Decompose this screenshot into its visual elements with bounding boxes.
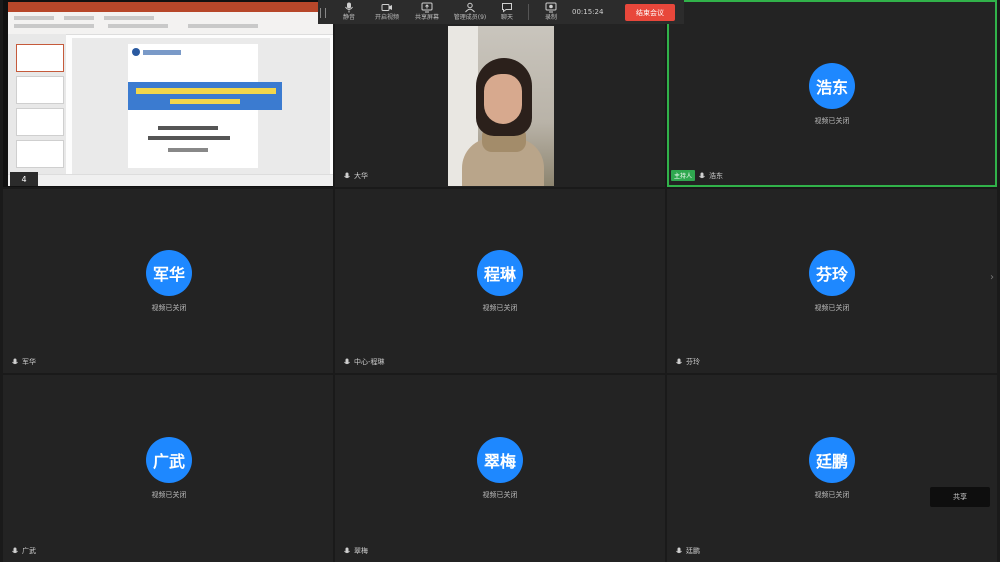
video-off-status: 视频已关闭 — [151, 491, 187, 499]
participant-name: 浩东 — [709, 171, 724, 180]
meeting-timer: 00:15:24 — [572, 8, 604, 16]
video-off-status: 视频已关闭 — [814, 491, 850, 499]
participant-avatar: 翠梅 — [477, 437, 523, 483]
video-off-status: 视频已关闭 — [151, 304, 187, 312]
participant-tile[interactable]: 芬玲 视频已关闭 芬玲 — [667, 189, 997, 373]
participant-tile[interactable]: 廷鹏 视频已关闭 廷鹏 — [667, 375, 997, 562]
start-video-button[interactable]: 开启视频 — [370, 2, 404, 24]
mic-icon — [11, 358, 19, 366]
members-icon — [464, 2, 476, 13]
slide-thumb[interactable] — [16, 44, 64, 72]
record-icon — [545, 2, 557, 13]
app-statusbar — [8, 174, 333, 186]
share-screen-icon — [421, 2, 433, 13]
mic-icon — [343, 2, 355, 13]
participant-tile[interactable]: 浩东 视频已关闭 主持人 浩东 — [667, 0, 997, 187]
participant-avatar: 军华 — [146, 250, 192, 296]
slide-thumb[interactable] — [16, 76, 64, 104]
participant-name: 中心-程琳 — [354, 358, 385, 366]
participant-name-tag: 广武 — [11, 546, 36, 556]
mic-icon — [343, 358, 351, 366]
video-off-status: 视频已关闭 — [482, 491, 518, 499]
participant-name-tag: 大华 — [343, 171, 368, 181]
mic-icon — [343, 172, 351, 180]
chevron-right-icon[interactable]: › — [990, 272, 1000, 288]
participant-avatar: 浩东 — [809, 63, 855, 109]
manage-members-label: 管理成员(9) — [453, 14, 487, 21]
meeting-gallery: 4 大华 浩东 视频已关闭 主持人 浩东 军华 视频已关闭 军华 程琳 视频已关… — [0, 0, 1000, 562]
drag-handle-icon[interactable] — [320, 8, 326, 18]
page-indicator: 4 — [10, 172, 38, 186]
slide-title-banner — [128, 82, 282, 110]
mic-icon — [343, 547, 351, 555]
mic-icon — [11, 547, 19, 555]
slide-thumb[interactable] — [16, 140, 64, 168]
end-meeting-button[interactable]: 结束会议 — [625, 4, 675, 21]
camera-icon — [381, 2, 393, 13]
participant-name: 芬玲 — [686, 358, 700, 366]
host-badge: 主持人 — [671, 170, 696, 181]
video-off-status: 视频已关闭 — [482, 304, 518, 312]
video-off-status: 视频已关闭 — [814, 117, 850, 125]
start-video-label: 开启视频 — [374, 14, 399, 21]
share-screen-button[interactable]: 共享屏幕 — [410, 2, 444, 24]
participant-name: 广武 — [22, 547, 36, 555]
app-ribbon — [8, 12, 333, 35]
participant-name: 大华 — [354, 172, 368, 180]
app-titlebar — [8, 2, 333, 12]
chat-button[interactable]: 聊天 — [490, 2, 524, 24]
participant-tile[interactable]: 军华 视频已关闭 军华 — [3, 189, 333, 373]
logo-text — [143, 50, 181, 55]
participant-name-tag: 翠梅 — [343, 546, 368, 556]
participant-avatar: 芬玲 — [809, 250, 855, 296]
participant-avatar: 程琳 — [477, 250, 523, 296]
participant-name-tag: 军华 — [11, 357, 36, 367]
record-button[interactable]: 录制 — [534, 2, 568, 24]
share-screen-label: 共享屏幕 — [414, 14, 439, 21]
participant-avatar: 广武 — [146, 437, 192, 483]
university-logo-icon — [132, 48, 140, 56]
mute-label: 静音 — [342, 14, 355, 21]
shared-presentation: 4 — [8, 2, 333, 186]
mute-button[interactable]: 静音 — [332, 2, 366, 24]
participant-avatar: 廷鹏 — [809, 437, 855, 483]
participant-tile[interactable]: 程琳 视频已关闭 中心-程琳 — [335, 189, 665, 373]
participant-name: 翠梅 — [354, 547, 368, 555]
participant-name-tag: 主持人 浩东 — [671, 170, 723, 181]
toolbar-divider — [528, 4, 529, 20]
participant-tile[interactable]: 广武 视频已关闭 广武 — [3, 375, 333, 562]
participant-video — [448, 26, 554, 186]
slide-thumb[interactable] — [16, 108, 64, 136]
meeting-toolbar: 静音 开启视频 共享屏幕 管理成员(9) 聊天 录制 00:15:24 结束会议 — [318, 0, 684, 24]
chat-icon — [501, 2, 513, 13]
participant-name-tag: 芬玲 — [675, 357, 700, 367]
chat-label: 聊天 — [500, 14, 513, 21]
record-label: 录制 — [544, 14, 557, 21]
screen-share-tile[interactable]: 4 — [3, 0, 333, 187]
slide-thumbnails — [8, 34, 66, 174]
participant-name-tag: 廷鹏 — [675, 546, 700, 556]
participant-name: 军华 — [22, 358, 36, 366]
participant-name: 廷鹏 — [686, 547, 700, 555]
mic-icon — [675, 358, 683, 366]
participant-tile-video[interactable]: 大华 — [335, 0, 665, 187]
mic-icon — [698, 172, 706, 180]
participant-tile[interactable]: 翠梅 视频已关闭 翠梅 — [335, 375, 665, 562]
participant-name-tag: 中心-程琳 — [343, 357, 385, 367]
floating-widget[interactable]: 共享 — [930, 487, 990, 507]
mic-icon — [675, 547, 683, 555]
video-off-status: 视频已关闭 — [814, 304, 850, 312]
manage-members-button[interactable]: 管理成员(9) — [450, 2, 490, 24]
